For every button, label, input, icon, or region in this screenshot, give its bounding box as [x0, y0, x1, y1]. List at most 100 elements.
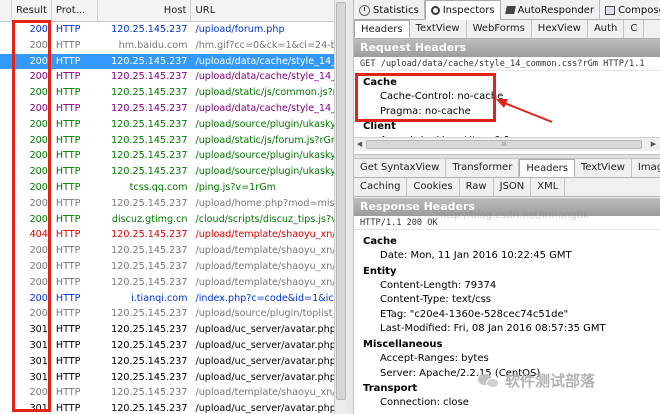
- session-row[interactable]: 200 HTTP 120.25.145.237/upload/static/js/c…: [0, 85, 346, 101]
- row-marker: [0, 322, 12, 338]
- session-row[interactable]: 301 HTTP 120.25.145.237/upload/uc_server/a…: [0, 401, 346, 414]
- response-tab-image[interactable]: Image: [632, 159, 660, 177]
- session-row[interactable]: 200 HTTP 120.25.145.237/upload/template/sh…: [0, 275, 346, 291]
- session-protocol: HTTP: [55, 134, 81, 146]
- session-rows: 200 HTTP 120.25.145.237/upload/forum.php 20…: [0, 22, 346, 414]
- response-tab-caching[interactable]: Caching: [354, 178, 408, 196]
- session-host: 120.25.145.237: [111, 118, 188, 130]
- session-url: /upload/forum.php: [195, 24, 285, 35]
- row-marker: [0, 69, 12, 85]
- session-url: /upload/source/plugin/ukasky_liv...: [195, 166, 346, 178]
- column-header-result[interactable]: Result: [12, 0, 52, 21]
- session-row[interactable]: 200 HTTP 120.25.145.237/upload/data/cache/…: [0, 69, 346, 85]
- tab-inspectors[interactable]: Inspectors: [424, 0, 501, 20]
- scrollbar-thumb[interactable]: [336, 2, 346, 400]
- response-tab-json[interactable]: JSON: [494, 178, 532, 196]
- session-row[interactable]: 404 HTTP 120.25.145.237/upload/template/sh…: [0, 227, 346, 243]
- scroll-left-arrow-icon[interactable]: ◀: [355, 140, 364, 149]
- session-url: /upload/template/shaoyu_xn/ima...: [195, 387, 346, 399]
- response-tab-raw[interactable]: Raw: [460, 178, 494, 196]
- session-url: /upload/source/plugin/ukasky_liv...: [195, 118, 346, 130]
- session-url: /hm.gif?cc=0&ck=1&cl=24-bit&d...: [195, 39, 346, 51]
- scroll-right-arrow-icon[interactable]: ▶: [649, 140, 658, 149]
- session-host: 120.25.145.237: [111, 24, 188, 35]
- session-url: /upload/data/cache/style_14_for...: [195, 71, 346, 83]
- column-header-protocol[interactable]: Prot...: [52, 0, 98, 21]
- session-protocol: HTTP: [55, 150, 81, 162]
- header-item[interactable]: Connection: close: [354, 396, 660, 411]
- session-list-scrollbar[interactable]: [334, 0, 347, 414]
- header-item[interactable]: ETag: "c20e4-1360e-528cec74c51de": [354, 308, 660, 323]
- request-tab-hexview[interactable]: HexView: [532, 20, 588, 38]
- response-tab-cookies[interactable]: Cookies: [407, 178, 460, 196]
- header-item[interactable]: Accept-Ranges: bytes: [354, 352, 660, 367]
- session-row[interactable]: 200 HTTP 120.25.145.237/upload/template/sh…: [0, 259, 346, 275]
- session-row[interactable]: 301 HTTP 120.25.145.237/upload/uc_server/a…: [0, 370, 346, 386]
- column-header-url[interactable]: URL: [191, 0, 346, 21]
- main-tabs: Statistics Inspectors AutoResponder Compose: [354, 0, 660, 20]
- session-host: 120.25.145.237: [111, 355, 188, 367]
- session-row[interactable]: 200 HTTP hm.baidu.com/hm.gif?cc=0&ck=1&cl=…: [0, 38, 346, 54]
- session-protocol: HTTP: [55, 276, 81, 288]
- request-line: GET /upload/data/cache/style_14_common.c…: [354, 57, 660, 71]
- session-protocol: HTTP: [55, 371, 81, 383]
- response-tab-xml[interactable]: XML: [531, 178, 566, 196]
- response-tab-headers[interactable]: Headers: [519, 159, 575, 177]
- session-row[interactable]: 301 HTTP 120.25.145.237/upload/uc_server/a…: [0, 338, 346, 354]
- session-url: /upload/template/shaoyu_xn/ima...: [195, 276, 346, 288]
- session-row[interactable]: 200 HTTP 120.25.145.237/upload/source/plug…: [0, 306, 346, 322]
- session-row[interactable]: 200 HTTP 120.25.145.237/upload/template/sh…: [0, 385, 346, 401]
- session-protocol: HTTP: [55, 24, 81, 35]
- response-tab-textview[interactable]: TextView: [575, 159, 632, 177]
- watermark-text: 软件测试部落: [505, 372, 596, 390]
- session-row[interactable]: 200 HTTP 120.25.145.237/upload/data/cache/…: [0, 101, 346, 117]
- session-row[interactable]: 200 HTTP i.tianqi.com/index.php?c=code&id=…: [0, 291, 346, 307]
- request-tab-textview[interactable]: TextView: [410, 20, 467, 38]
- tab-compose[interactable]: Compose: [600, 0, 660, 20]
- session-protocol: HTTP: [55, 87, 81, 99]
- session-protocol: HTTP: [55, 324, 81, 336]
- tab-label: Statistics: [373, 4, 419, 16]
- header-item[interactable]: Content-Type: text/css: [354, 293, 660, 308]
- session-host: 120.25.145.237: [111, 308, 188, 320]
- session-host: 120.25.145.237: [111, 276, 188, 288]
- session-row[interactable]: 200 HTTP tcss.qq.com/ping.js?v=1rGm: [0, 180, 346, 196]
- session-row[interactable]: 200 HTTP 120.25.145.237/upload/static/js/f…: [0, 133, 346, 149]
- session-row[interactable]: 200 HTTP 120.25.145.237/upload/source/plug…: [0, 117, 346, 133]
- request-horizontal-scrollbar[interactable]: ◀ III ▶: [354, 137, 660, 151]
- column-header-host[interactable]: Host: [98, 0, 192, 21]
- response-tab-get-syntaxview[interactable]: Get SyntaxView: [354, 159, 447, 177]
- header-item[interactable]: Content-Length: 79374: [354, 279, 660, 294]
- session-row[interactable]: 301 HTTP 120.25.145.237/upload/uc_server/a…: [0, 354, 346, 370]
- response-tab-transformer[interactable]: Transformer: [446, 159, 520, 177]
- session-host: tcss.qq.com: [129, 181, 188, 193]
- session-row[interactable]: 200 HTTP 120.25.145.237/upload/data/cache/…: [0, 53, 346, 70]
- tab-statistics[interactable]: Statistics: [354, 0, 425, 20]
- session-host: 120.25.145.237: [111, 87, 188, 99]
- request-tab-auth[interactable]: Auth: [588, 20, 625, 38]
- response-tabs-row1: Get SyntaxView Transformer Headers TextView…: [354, 159, 660, 178]
- header-item[interactable]: Last-Modified: Fri, 08 Jan 2016 08:57:35…: [354, 322, 660, 337]
- session-row[interactable]: 301 HTTP 120.25.145.237/upload/uc_server/a…: [0, 322, 346, 338]
- pane-splitter[interactable]: [347, 0, 354, 414]
- tab-autoresponder[interactable]: AutoResponder: [501, 0, 601, 20]
- header-group-miscellaneous[interactable]: Miscellaneous: [354, 337, 660, 352]
- session-row[interactable]: 200 HTTP 120.25.145.237/upload/template/sh…: [0, 243, 346, 259]
- header-item[interactable]: Date: Mon, 11 Jan 2016 10:22:45 GMT: [354, 249, 660, 264]
- scrollbar-thumb[interactable]: III: [366, 140, 642, 149]
- session-row[interactable]: 200 HTTP 120.25.145.237/upload/forum.php: [0, 22, 346, 38]
- header-group-cache[interactable]: Cache: [354, 234, 660, 249]
- session-row[interactable]: 200 HTTP 120.25.145.237/upload/home.php?mo…: [0, 196, 346, 212]
- header-group-entity[interactable]: Entity: [354, 264, 660, 279]
- session-host: 120.25.145.237: [111, 260, 188, 272]
- session-row[interactable]: 200 HTTP discuz.gtimg.cn/cloud/scripts/dis…: [0, 212, 346, 228]
- row-marker: [0, 385, 12, 401]
- request-tab-c[interactable]: C: [624, 20, 645, 38]
- request-tab-headers[interactable]: Headers: [354, 20, 410, 38]
- session-protocol: HTTP: [55, 403, 81, 414]
- session-row[interactable]: 200 HTTP 120.25.145.237/upload/source/plug…: [0, 148, 346, 164]
- request-tab-webforms[interactable]: WebForms: [467, 20, 532, 38]
- session-url: /upload/template/shaoyu_xn/ima...: [195, 229, 346, 241]
- session-row[interactable]: 200 HTTP 120.25.145.237/upload/source/plug…: [0, 164, 346, 180]
- session-protocol: HTTP: [55, 213, 81, 225]
